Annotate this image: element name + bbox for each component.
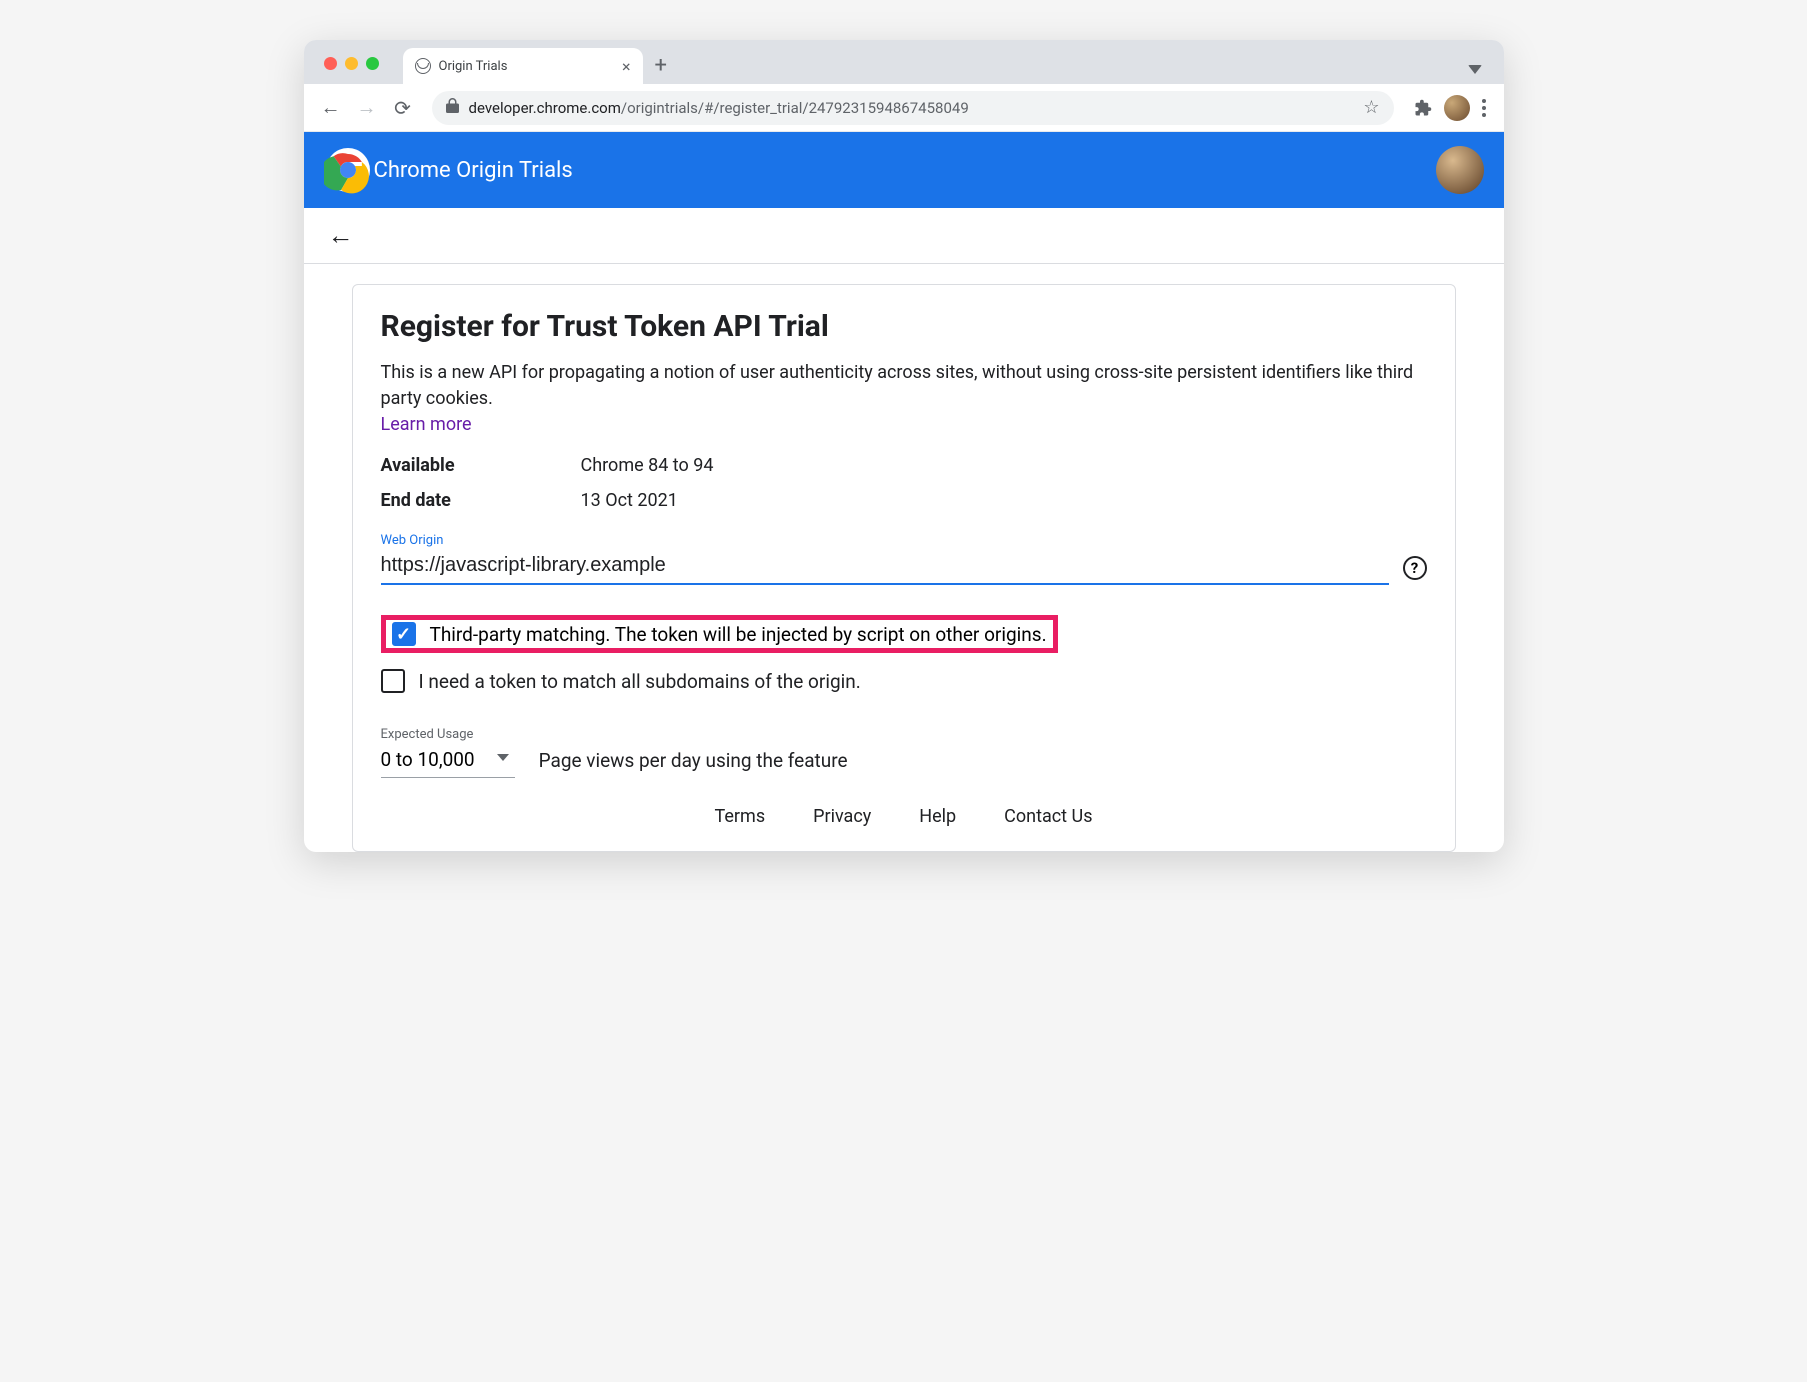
web-origin-input[interactable] — [381, 550, 1389, 585]
globe-icon — [415, 58, 431, 74]
end-date-value: 13 Oct 2021 — [581, 490, 678, 511]
end-date-label: End date — [381, 490, 581, 511]
address-bar[interactable]: developer.chrome.com/origintrials/#/regi… — [432, 91, 1394, 125]
third-party-label: Third-party matching. The token will be … — [430, 623, 1047, 646]
sub-header: ← — [304, 208, 1504, 264]
new-tab-button[interactable]: + — [655, 53, 667, 84]
web-origin-label: Web Origin — [381, 533, 1427, 548]
learn-more-link[interactable]: Learn more — [381, 414, 472, 435]
privacy-link[interactable]: Privacy — [813, 806, 871, 827]
app-title: Chrome Origin Trials — [374, 158, 573, 183]
browser-menu-button[interactable] — [1476, 93, 1492, 123]
expected-usage-description: Page views per day using the feature — [539, 749, 848, 778]
forward-button[interactable]: → — [352, 93, 382, 123]
tab-title: Origin Trials — [439, 59, 614, 74]
expected-usage-label: Expected Usage — [381, 727, 515, 742]
maximize-window-button[interactable] — [366, 57, 379, 70]
reload-button[interactable]: ⟳ — [388, 93, 418, 123]
window-controls — [316, 57, 379, 84]
close-window-button[interactable] — [324, 57, 337, 70]
browser-window: Origin Trials × + ← → ⟳ developer.chrome… — [304, 40, 1504, 852]
page-title: Register for Trust Token API Trial — [381, 309, 1427, 344]
expected-usage-select[interactable]: 0 to 10,000 — [381, 744, 515, 778]
close-tab-button[interactable]: × — [622, 57, 631, 76]
subdomains-checkbox[interactable] — [381, 669, 405, 693]
page-back-button[interactable]: ← — [328, 220, 354, 251]
browser-tab[interactable]: Origin Trials × — [403, 48, 643, 84]
browser-toolbar: ← → ⟳ developer.chrome.com/origintrials/… — [304, 84, 1504, 132]
minimize-window-button[interactable] — [345, 57, 358, 70]
content: Register for Trust Token API Trial This … — [304, 264, 1504, 852]
tab-overflow-button[interactable] — [1468, 65, 1482, 74]
tab-bar: Origin Trials × + — [304, 40, 1504, 84]
chrome-logo-icon — [324, 146, 372, 194]
available-value: Chrome 84 to 94 — [581, 455, 714, 476]
help-link[interactable]: Help — [919, 806, 956, 827]
help-icon[interactable]: ? — [1403, 556, 1427, 580]
contact-link[interactable]: Contact Us — [1004, 806, 1092, 827]
extensions-button[interactable] — [1408, 93, 1438, 123]
page-description: This is a new API for propagating a noti… — [381, 360, 1427, 412]
user-avatar[interactable] — [1436, 146, 1484, 194]
lock-icon — [446, 98, 459, 117]
chevron-down-icon — [497, 754, 509, 761]
terms-link[interactable]: Terms — [715, 806, 766, 827]
bookmark-star-icon[interactable]: ☆ — [1363, 97, 1379, 118]
highlighted-option: Third-party matching. The token will be … — [381, 615, 1058, 653]
footer-links: Terms Privacy Help Contact Us — [381, 806, 1427, 827]
available-label: Available — [381, 455, 581, 476]
subdomains-label: I need a token to match all subdomains o… — [419, 670, 861, 693]
url-text: developer.chrome.com/origintrials/#/regi… — [469, 99, 969, 117]
third-party-checkbox[interactable] — [392, 622, 416, 646]
back-button[interactable]: ← — [316, 93, 346, 123]
registration-card: Register for Trust Token API Trial This … — [352, 284, 1456, 852]
app-header: Chrome Origin Trials — [304, 132, 1504, 208]
profile-avatar-button[interactable] — [1444, 95, 1470, 121]
